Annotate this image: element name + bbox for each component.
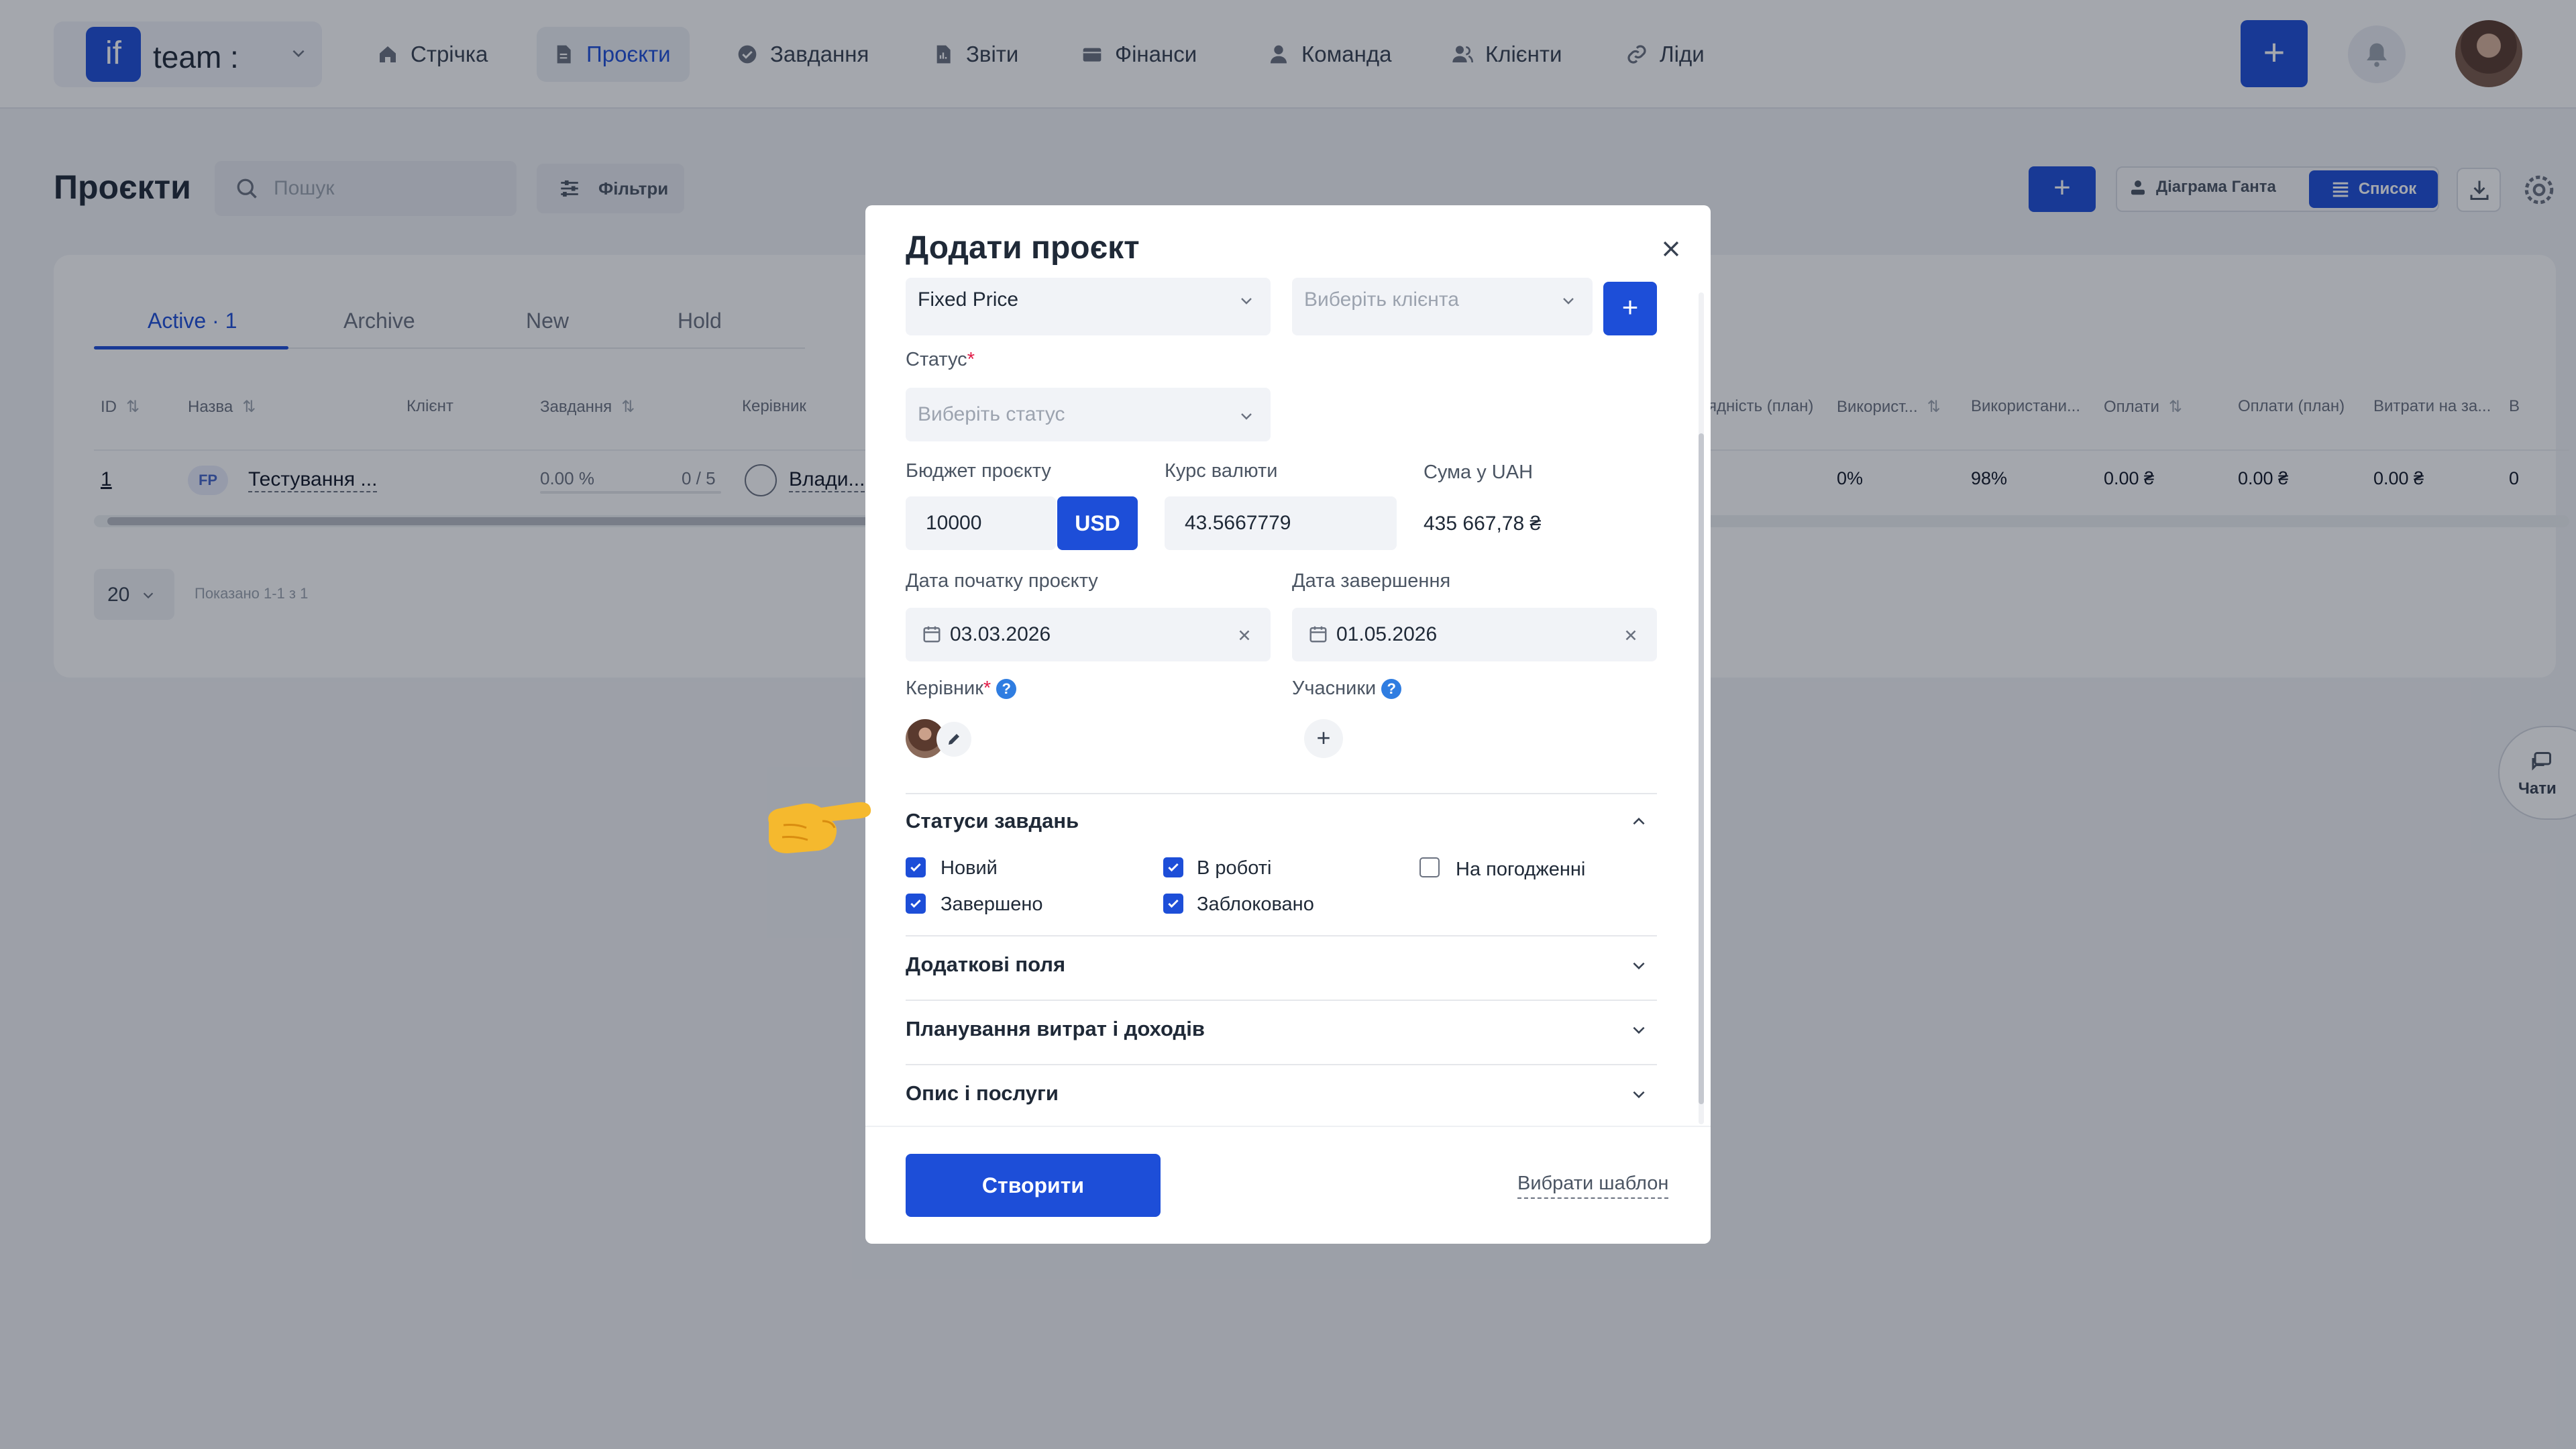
exchange-rate-value: 43.5667779: [1185, 512, 1291, 534]
status-approval-label: На погодженні: [1456, 859, 1586, 880]
client-placeholder: Виберіть клієнта: [1304, 288, 1459, 311]
end-date-label: Дата завершення: [1292, 570, 1451, 592]
end-date-input[interactable]: 01.05.2026: [1292, 608, 1657, 661]
currency-button[interactable]: USD: [1057, 496, 1138, 550]
clear-icon[interactable]: [1622, 627, 1640, 644]
status-in-progress-label: В роботі: [1197, 857, 1272, 879]
section-divider: [906, 1000, 1657, 1001]
start-date-label: Дата початку проєкту: [906, 570, 1098, 592]
modal-scrollbar-thumb[interactable]: [1699, 433, 1704, 1104]
rate-label: Курс валюти: [1165, 460, 1278, 482]
budget-value: 10000: [926, 512, 982, 534]
status-label: Статус*: [906, 349, 975, 370]
check-icon: [1168, 899, 1179, 908]
status-done-label: Завершено: [941, 894, 1043, 915]
status-in-progress-checkbox[interactable]: [1163, 857, 1183, 877]
manager-label: Керівник*?: [906, 678, 1017, 700]
budget-input[interactable]: 10000: [906, 496, 1056, 550]
help-icon[interactable]: ?: [1381, 679, 1402, 700]
edit-manager-button[interactable]: [936, 722, 971, 757]
section-description-services[interactable]: Опис і послуги: [906, 1081, 1059, 1106]
calendar-icon: [1309, 626, 1327, 643]
chevron-up-icon[interactable]: [1630, 813, 1648, 830]
add-project-modal: Додати проєкт Fixed Price Виберіть клієн…: [865, 205, 1711, 1244]
modal-footer-divider: [865, 1126, 1711, 1127]
status-new-checkbox[interactable]: [906, 857, 926, 877]
status-select[interactable]: Виберіть статус: [906, 388, 1271, 441]
project-type-value: Fixed Price: [918, 288, 1019, 311]
chevron-down-icon: [1563, 298, 1574, 305]
section-divider: [906, 793, 1657, 794]
task-statuses-title[interactable]: Статуси завдань: [906, 809, 1079, 833]
status-approval-checkbox[interactable]: [1419, 857, 1440, 877]
exchange-rate-input[interactable]: 43.5667779: [1165, 496, 1397, 550]
help-icon[interactable]: ?: [996, 679, 1017, 700]
uah-sum-label: Сума у UAH: [1424, 462, 1534, 483]
add-member-button[interactable]: +: [1304, 719, 1343, 758]
chevron-down-icon[interactable]: [1630, 1085, 1648, 1103]
status-blocked-checkbox[interactable]: [1163, 894, 1183, 914]
budget-label: Бюджет проєкту: [906, 460, 1051, 482]
chevron-down-icon[interactable]: [1630, 957, 1648, 974]
modal-scrollbar[interactable]: [1699, 292, 1704, 1124]
check-icon: [910, 863, 921, 872]
start-date-value: 03.03.2026: [950, 623, 1051, 645]
pointing-hand-icon: [768, 802, 871, 853]
add-client-button[interactable]: +: [1603, 282, 1657, 335]
modal-title: Додати проєкт: [906, 230, 1140, 266]
uah-sum-value: 435 667,78 ₴: [1424, 513, 1542, 535]
status-done-checkbox[interactable]: [906, 894, 926, 914]
section-divider: [906, 1064, 1657, 1065]
check-icon: [1168, 863, 1179, 872]
section-divider: [906, 935, 1657, 936]
end-date-value: 01.05.2026: [1336, 623, 1438, 645]
calendar-icon: [923, 626, 941, 643]
members-label: Учасники?: [1292, 678, 1402, 700]
close-icon[interactable]: [1660, 237, 1682, 260]
pencil-icon: [949, 734, 959, 745]
chevron-down-icon: [1241, 298, 1252, 305]
choose-template-link[interactable]: Вибрати шаблон: [1517, 1173, 1669, 1199]
status-placeholder: Виберіть статус: [918, 403, 1065, 425]
status-blocked-label: Заблоковано: [1197, 894, 1314, 915]
create-button[interactable]: Створити: [906, 1154, 1161, 1217]
client-select[interactable]: Виберіть клієнта: [1292, 278, 1593, 335]
section-budget-planning[interactable]: Планування витрат і доходів: [906, 1017, 1205, 1041]
clear-icon[interactable]: [1236, 627, 1253, 644]
chevron-down-icon[interactable]: [1630, 1021, 1648, 1038]
chevron-down-icon: [1241, 413, 1252, 420]
status-new-label: Новий: [941, 857, 998, 879]
check-icon: [910, 899, 921, 908]
section-extra-fields[interactable]: Додаткові поля: [906, 953, 1065, 977]
project-type-select[interactable]: Fixed Price: [906, 278, 1271, 335]
start-date-input[interactable]: 03.03.2026: [906, 608, 1271, 661]
